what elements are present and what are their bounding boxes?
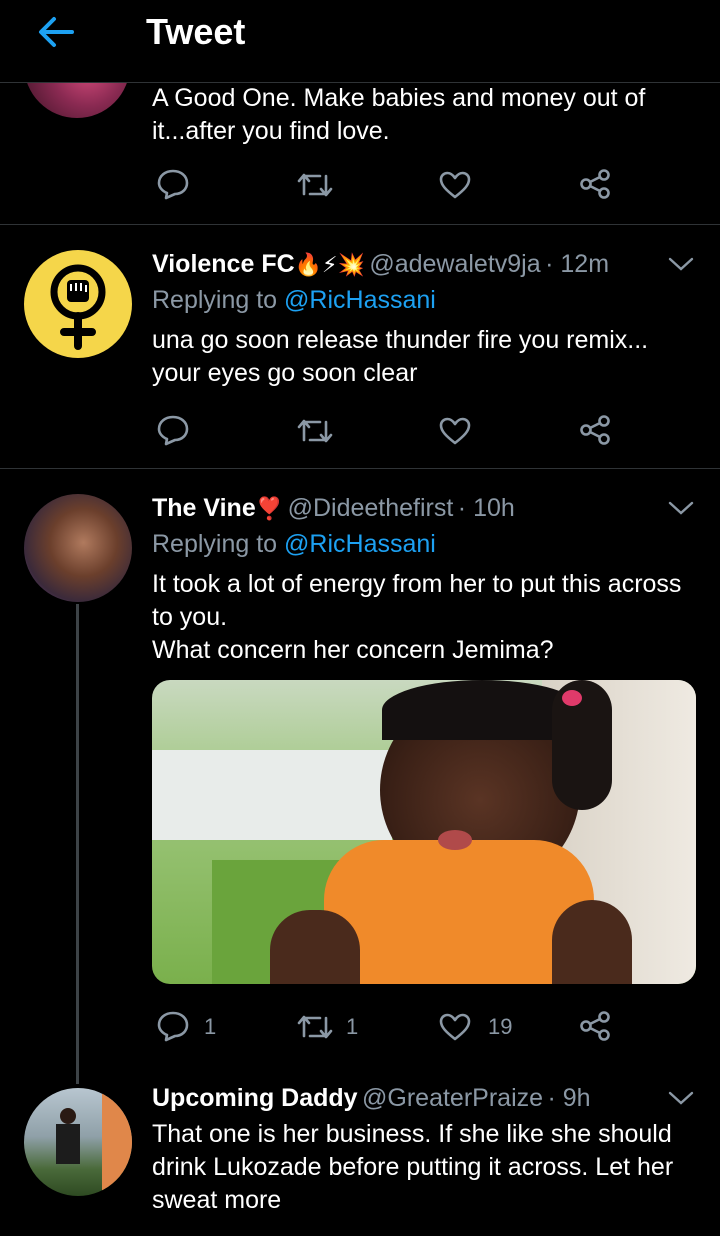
avatar[interactable] <box>24 1088 132 1196</box>
share-icon[interactable] <box>578 1010 612 1042</box>
tweet-text: una go soon release thunder fire you rem… <box>152 326 649 387</box>
tweet-header: The Vine❣️ @Dideethefirst · 10h <box>152 494 652 523</box>
replying-to: Replying to @RicHassani <box>152 286 436 314</box>
user-handle[interactable]: @adewaletv9ja <box>369 250 540 278</box>
chevron-down-icon[interactable] <box>668 256 694 272</box>
tweet-media-image[interactable] <box>152 680 696 984</box>
timestamp: · 10h <box>457 494 515 522</box>
tweet-header: Upcoming Daddy @GreaterPraize · 9h <box>152 1084 652 1113</box>
share-icon[interactable] <box>578 414 612 446</box>
like-icon[interactable] <box>438 1012 472 1042</box>
display-name[interactable]: Violence FC <box>152 250 295 278</box>
divider <box>0 224 720 225</box>
reply-count: 1 <box>204 1014 217 1039</box>
timestamp: · 9h <box>547 1084 591 1112</box>
tweet-text: That one is her business. If she like sh… <box>152 1120 674 1214</box>
reply-icon[interactable] <box>156 1010 190 1042</box>
display-name[interactable]: Upcoming Daddy <box>152 1084 358 1112</box>
user-handle[interactable]: @Dideethefirst <box>288 494 454 522</box>
feminist-fist-icon <box>50 264 106 350</box>
chevron-down-icon[interactable] <box>668 500 694 516</box>
mention-link[interactable]: @RicHassani <box>284 530 436 558</box>
like-icon[interactable] <box>438 170 472 200</box>
mention-link[interactable]: @RicHassani <box>284 286 436 314</box>
tweet-text: A Good One. Make babies and money out of… <box>152 84 646 145</box>
reply-icon[interactable] <box>156 168 190 200</box>
user-handle[interactable]: @GreaterPraize <box>362 1084 543 1112</box>
name-emojis: 🔥⚡💥 <box>294 252 365 277</box>
share-icon[interactable] <box>578 168 612 200</box>
retweet-icon[interactable] <box>296 416 334 446</box>
display-name[interactable]: The Vine <box>152 494 256 522</box>
tweet-text: It took a lot of energy from her to put … <box>152 570 682 631</box>
divider <box>0 468 720 469</box>
like-count: 19 <box>488 1014 513 1039</box>
back-arrow-icon[interactable] <box>36 14 76 50</box>
avatar[interactable] <box>24 250 132 358</box>
tweet-text: What concern her concern Jemima? <box>152 636 554 664</box>
page-title: Tweet <box>146 11 246 52</box>
tweet-header: Violence FC🔥⚡💥 @adewaletv9ja · 12m <box>152 250 652 279</box>
avatar[interactable] <box>24 494 132 602</box>
like-icon[interactable] <box>438 416 472 446</box>
retweet-count: 1 <box>346 1014 359 1039</box>
app-header: Tweet <box>0 0 720 83</box>
thread-line <box>76 604 79 1084</box>
retweet-icon[interactable] <box>296 1012 334 1042</box>
chevron-down-icon[interactable] <box>668 1090 694 1106</box>
retweet-icon[interactable] <box>296 170 334 200</box>
reply-icon[interactable] <box>156 414 190 446</box>
name-emojis: ❣️ <box>255 496 284 521</box>
replying-to: Replying to @RicHassani <box>152 530 436 558</box>
timestamp: · 12m <box>545 250 610 278</box>
